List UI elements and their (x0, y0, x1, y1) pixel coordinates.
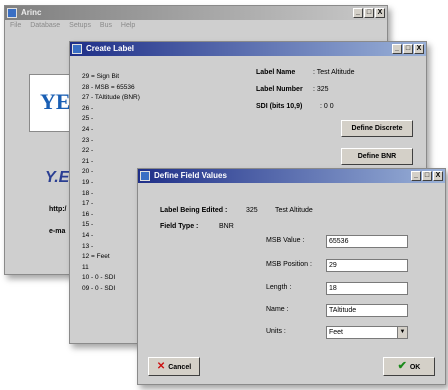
bit-item: 24 - (82, 125, 94, 133)
bit-item: 14 - (82, 231, 94, 239)
units-select[interactable]: Feet ▼ (326, 326, 408, 339)
bit-item: 25 - (82, 115, 94, 123)
cancel-button[interactable]: ✕ Cancel (148, 357, 200, 376)
define-discrete-button[interactable]: Define Discrete (341, 120, 413, 137)
units-label: Units : (266, 328, 286, 335)
bit-item: 19 - (82, 178, 94, 186)
bit-item: 10 - 0 - SDI (82, 274, 116, 282)
create-label-title: Create Label (86, 44, 135, 53)
minimize-button[interactable]: _ (392, 44, 402, 54)
arinc-title: Arinc (21, 8, 42, 17)
field-type-value: BNR (219, 223, 234, 230)
ok-label: OK (409, 364, 421, 371)
bit-item: 09 - 0 - SDI (82, 284, 116, 292)
menu-file[interactable]: File (10, 22, 21, 29)
length-field[interactable]: 18 (326, 282, 408, 295)
msb-value-field[interactable]: 65536 (326, 235, 408, 248)
arinc-titlebar[interactable]: Arinc _ □ X (5, 6, 387, 20)
bit-item: 11 (82, 263, 89, 271)
bit-item: 22 - (82, 147, 94, 155)
http-label: http:/ (49, 206, 67, 213)
app-icon (72, 44, 82, 54)
label-being-edited-name: Test Altitude (275, 207, 313, 214)
sdi-value: : 0 0 (320, 103, 334, 110)
bit-list: 29 = Sign Bit 28 - MSB = 65536 27 - TAlt… (82, 72, 140, 294)
msb-position-field[interactable]: 29 (326, 259, 408, 272)
field-type-caption: Field Type : (160, 223, 199, 230)
define-field-values-window: Define Field Values _ □ X Label Being Ed… (137, 168, 446, 385)
cancel-label: Cancel (168, 364, 192, 371)
logo-text-italic: Y.E (45, 169, 70, 186)
cancel-icon: ✕ (156, 361, 166, 372)
bit-item: 17 - (82, 200, 94, 208)
bit-item: 29 = Sign Bit (82, 73, 120, 80)
define-field-title: Define Field Values (154, 171, 227, 180)
bit-item: 28 - MSB = 65536 (82, 83, 135, 91)
minimize-button[interactable]: _ (353, 8, 363, 18)
maximize-button[interactable]: □ (422, 171, 432, 181)
bit-item: 13 - (82, 242, 94, 250)
units-selected-value: Feet (329, 329, 344, 336)
menu-help[interactable]: Help (121, 22, 135, 29)
bit-item: 16 - (82, 210, 94, 218)
email-label: e-ma (49, 228, 66, 235)
menu-database[interactable]: Database (30, 22, 60, 29)
define-bnr-button[interactable]: Define BNR (341, 148, 413, 165)
bit-item: 20 - (82, 168, 94, 176)
arinc-menubar: File Database Setups Bus Help (5, 20, 387, 32)
create-label-titlebar[interactable]: Create Label _ □ X (70, 42, 426, 56)
bit-item: 27 - TAltitude (BNR) (82, 94, 140, 102)
app-icon (7, 8, 17, 18)
close-button[interactable]: X (375, 8, 385, 18)
ok-checkmark-icon: ✔ (397, 360, 407, 372)
bit-item: 12 = Feet (82, 253, 110, 261)
label-being-edited-caption: Label Being Edited : (160, 207, 228, 214)
menu-bus[interactable]: Bus (100, 22, 112, 29)
ok-button[interactable]: ✔ OK (383, 357, 435, 376)
bit-item: 26 - (82, 104, 94, 112)
logo-text: YE (40, 89, 71, 114)
bit-item: 23 - (82, 136, 94, 144)
minimize-button[interactable]: _ (411, 171, 421, 181)
close-button[interactable]: X (433, 171, 443, 181)
label-name-value: : Test Altitude (313, 69, 355, 76)
msb-value-label: MSB Value : (266, 237, 305, 244)
label-being-edited-number: 325 (246, 207, 258, 214)
name-label: Name : (266, 306, 289, 313)
app-icon (140, 171, 150, 181)
label-number-caption: Label Number (256, 86, 303, 93)
label-name-caption: Label Name (256, 69, 296, 76)
menu-setups[interactable]: Setups (69, 22, 91, 29)
length-label: Length : (266, 284, 292, 291)
label-number-value: : 325 (313, 86, 329, 93)
bit-item: 15 - (82, 221, 94, 229)
maximize-button[interactable]: □ (403, 44, 413, 54)
name-field[interactable]: TAltitude (326, 304, 408, 317)
bit-item: 18 - (82, 189, 94, 197)
chevron-down-icon[interactable]: ▼ (397, 327, 407, 338)
close-button[interactable]: X (414, 44, 424, 54)
msb-position-label: MSB Position : (266, 261, 312, 268)
maximize-button[interactable]: □ (364, 8, 374, 18)
bit-item: 21 - (82, 157, 94, 165)
define-field-titlebar[interactable]: Define Field Values _ □ X (138, 169, 445, 183)
sdi-caption: SDI (bits 10,9) (256, 103, 303, 110)
